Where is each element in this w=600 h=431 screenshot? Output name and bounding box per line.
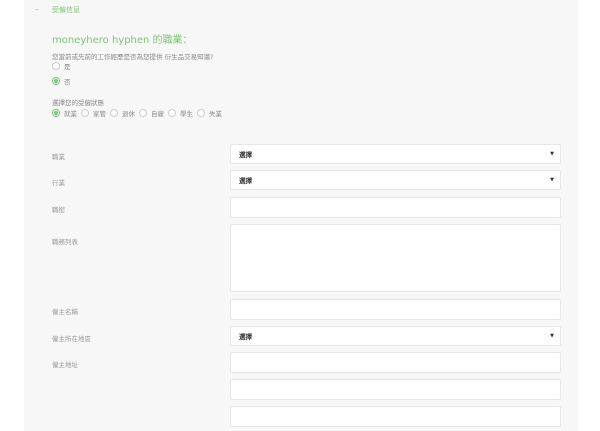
occupation-select[interactable]: 選擇 ▼ [230, 144, 561, 164]
employer-address-label: 僱主地址 [52, 361, 78, 369]
industry-select[interactable]: 選擇 ▼ [230, 170, 561, 190]
employer-address-line2-input[interactable] [230, 379, 561, 400]
chevron-down-icon: ▼ [550, 333, 554, 339]
employment-status-options: 就業 家管 退休 自雇 學生 失業 [52, 108, 226, 118]
radio-yes-icon[interactable] [52, 62, 60, 70]
status-self-employed-label: 自雇 [151, 110, 164, 118]
status-student-label: 學生 [180, 110, 193, 118]
status-option-employed[interactable]: 就業 [52, 108, 77, 118]
duties-label: 職務列表 [52, 238, 78, 246]
collapse-icon[interactable]: – [33, 6, 41, 14]
status-option-homemaker[interactable]: 家管 [81, 108, 106, 118]
status-option-self-employed[interactable]: 自雇 [139, 108, 164, 118]
employer-name-label: 僱主名稱 [52, 308, 78, 316]
status-employed-radio-icon[interactable] [52, 109, 60, 117]
chevron-down-icon: ▼ [550, 151, 554, 157]
employer-region-label: 僱主所在地區 [52, 335, 91, 343]
employment-status-label: 選擇您的受僱狀態 [52, 99, 104, 107]
employer-name-input[interactable] [230, 299, 561, 320]
status-self-employed-radio-icon[interactable] [139, 109, 147, 117]
section-title[interactable]: 受僱信息 [52, 5, 80, 15]
status-unemployed-label: 失業 [209, 110, 222, 118]
occupation-select-value: 選擇 [239, 151, 252, 159]
status-retired-radio-icon[interactable] [110, 109, 118, 117]
occupation-heading: moneyhero hyphen 的職業： [52, 35, 193, 46]
radio-no-label: 否 [64, 78, 71, 86]
status-student-radio-icon[interactable] [168, 109, 176, 117]
radio-yes-label: 是 [64, 63, 71, 71]
occupation-label: 職業 [52, 153, 65, 161]
duties-textarea[interactable] [230, 224, 561, 292]
position-label: 職銜 [52, 206, 65, 214]
radio-no-icon[interactable] [52, 77, 60, 85]
radio-option-no[interactable]: 否 [52, 76, 71, 86]
status-homemaker-radio-icon[interactable] [81, 109, 89, 117]
status-option-student[interactable]: 學生 [168, 108, 193, 118]
status-option-unemployed[interactable]: 失業 [197, 108, 222, 118]
position-input[interactable] [230, 197, 561, 218]
derivative-knowledge-question: 您當前或先前的工作經歷是否為您提供 衍生品交易知識? [52, 53, 214, 61]
industry-select-value: 選擇 [239, 177, 252, 185]
employer-region-select-value: 選擇 [239, 333, 252, 341]
status-unemployed-radio-icon[interactable] [197, 109, 205, 117]
industry-label: 行業 [52, 179, 65, 187]
status-retired-label: 退休 [122, 110, 135, 118]
chevron-down-icon: ▼ [550, 177, 554, 183]
employer-address-line1-input[interactable] [230, 352, 561, 373]
status-option-retired[interactable]: 退休 [110, 108, 135, 118]
status-employed-label: 就業 [64, 110, 77, 118]
status-homemaker-label: 家管 [93, 110, 106, 118]
employer-region-select[interactable]: 選擇 ▼ [230, 326, 561, 346]
radio-option-yes[interactable]: 是 [52, 61, 71, 71]
employer-address-line3-input[interactable] [230, 406, 561, 427]
